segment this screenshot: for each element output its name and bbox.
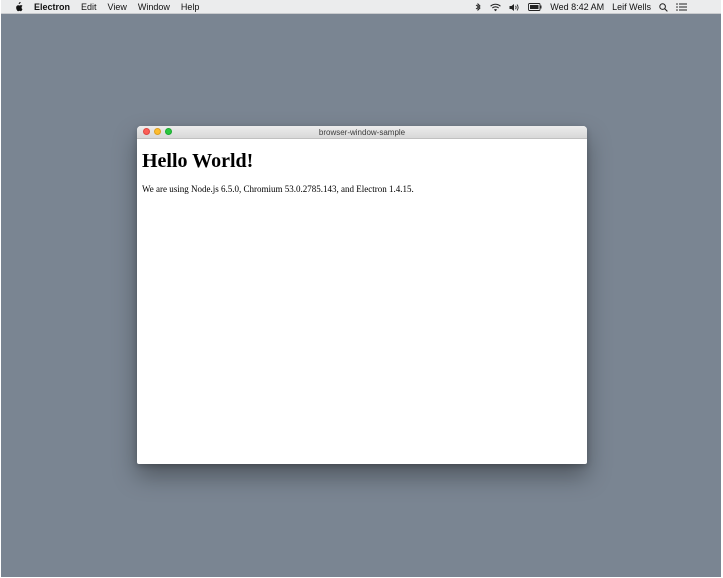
- desktop: Electron Edit View Window Help Wed 8:42 …: [1, 0, 721, 577]
- app-window: browser-window-sample Hello World! We ar…: [137, 126, 587, 464]
- menu-edit[interactable]: Edit: [81, 0, 97, 14]
- search-icon[interactable]: [659, 0, 668, 14]
- status-menus: Wed 8:42 AM Leif Wells: [475, 0, 687, 14]
- clock[interactable]: Wed 8:42 AM: [550, 0, 604, 14]
- menu-view[interactable]: View: [108, 0, 127, 14]
- window-title: browser-window-sample: [318, 128, 406, 137]
- version-info-text: We are using Node.js 6.5.0, Chromium 53.…: [142, 184, 414, 194]
- menu-bar: Electron Edit View Window Help Wed 8:42 …: [1, 0, 721, 14]
- battery-icon[interactable]: [528, 0, 542, 14]
- menu-window[interactable]: Window: [138, 0, 170, 14]
- user-menu[interactable]: Leif Wells: [612, 0, 651, 14]
- notification-center-icon[interactable]: [676, 0, 687, 14]
- volume-icon[interactable]: [509, 0, 520, 14]
- page-heading: Hello World!: [142, 150, 254, 172]
- menu-app-electron[interactable]: Electron: [34, 0, 70, 14]
- window-content: Hello World! We are using Node.js 6.5.0,…: [137, 150, 587, 195]
- apple-icon[interactable]: [13, 1, 23, 12]
- wifi-icon[interactable]: [490, 0, 502, 14]
- bluetooth-icon[interactable]: [475, 0, 482, 14]
- window-titlebar[interactable]: browser-window-sample: [137, 126, 587, 139]
- menu-help[interactable]: Help: [181, 0, 200, 14]
